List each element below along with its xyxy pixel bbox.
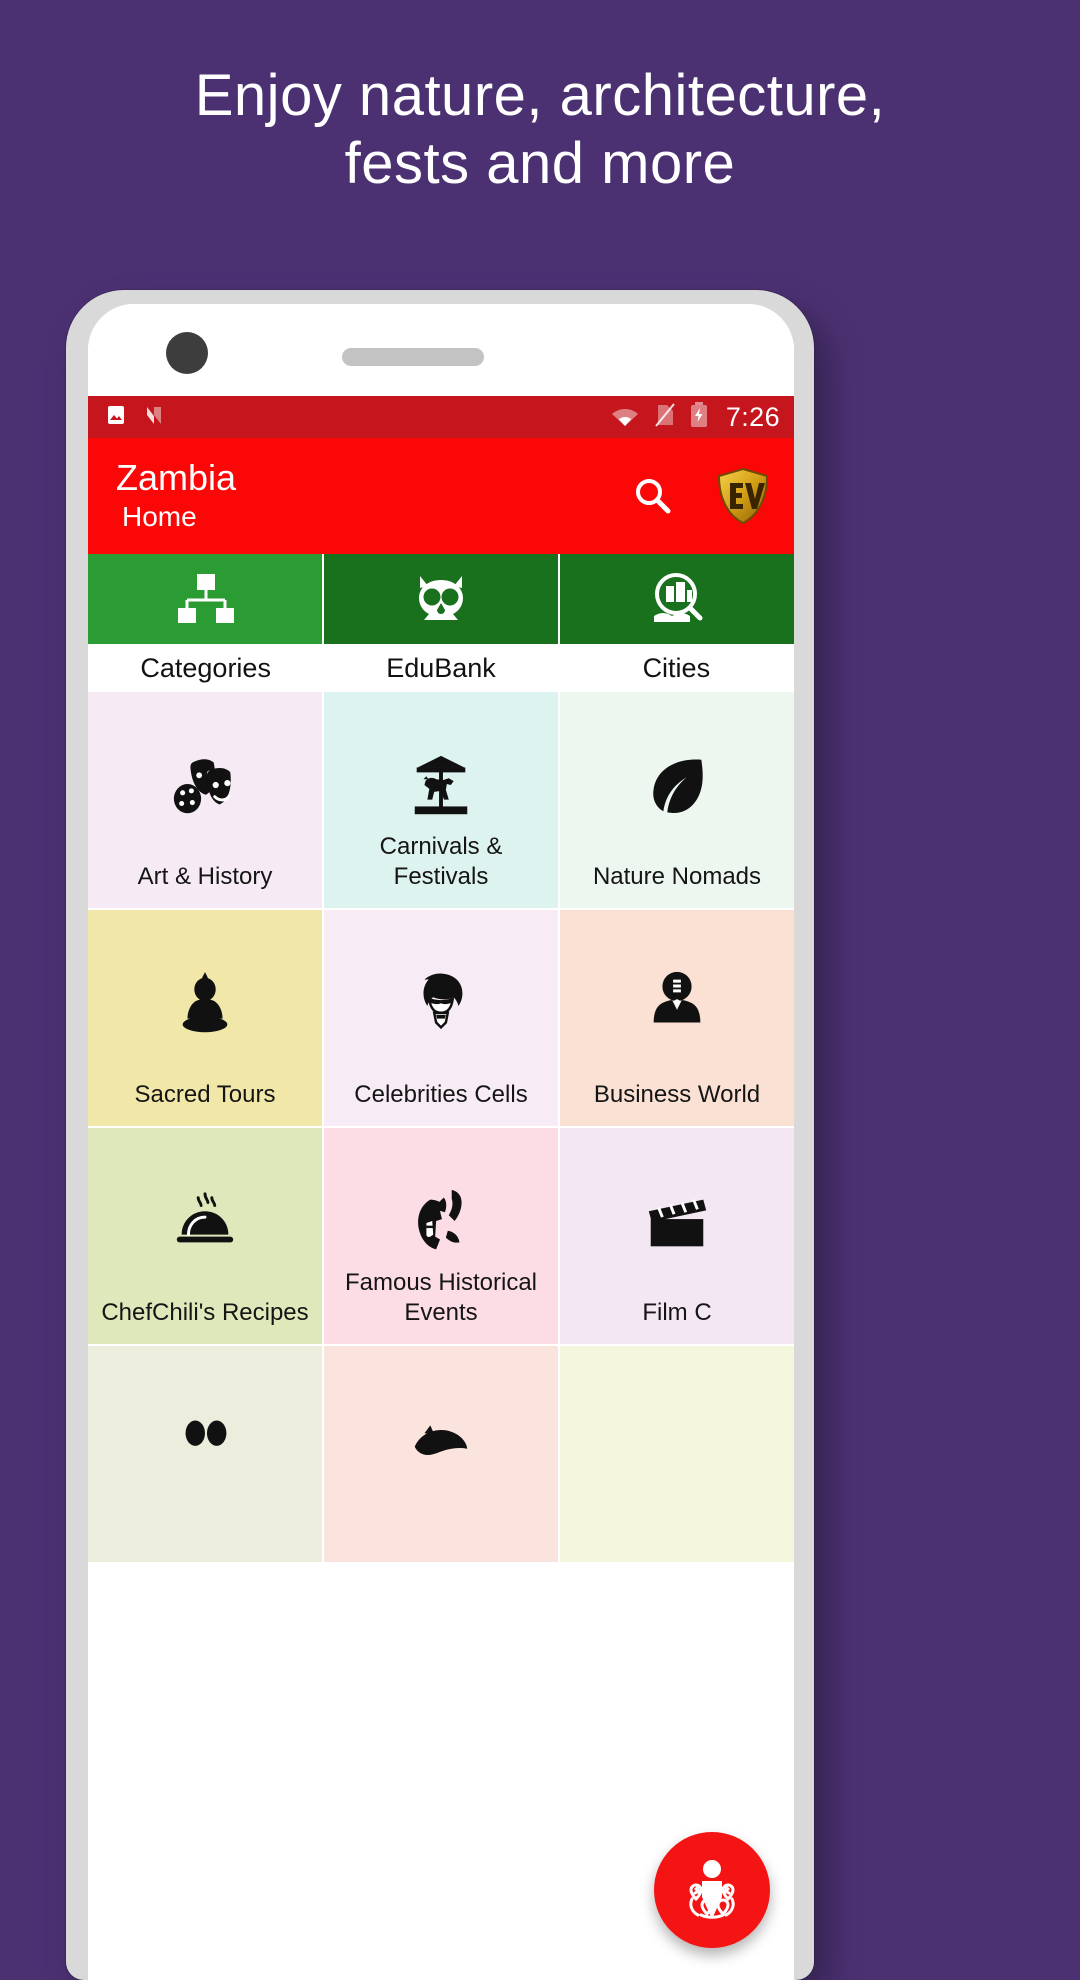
page-title: Zambia [116, 457, 237, 498]
battery-charging-icon [690, 401, 708, 433]
tab-label-categories[interactable]: Categories [88, 644, 323, 692]
ev-shield-logo[interactable] [716, 467, 770, 525]
leaf-icon [641, 750, 713, 822]
businessman-icon [641, 968, 713, 1040]
image-icon [104, 403, 128, 432]
tab-cities[interactable] [560, 554, 794, 644]
celebrity-face-icon [405, 968, 477, 1040]
food-cloche-icon [169, 1186, 241, 1258]
tab-label-edubank[interactable]: EduBank [323, 644, 558, 692]
people-icon [169, 1404, 241, 1476]
status-bar-system-icons: 7:26 [610, 401, 780, 433]
promo-headline-line-1: Enjoy nature, architecture, [194, 63, 886, 128]
carousel-icon [405, 750, 477, 822]
status-bar-clock: 7:26 [725, 401, 780, 432]
category-tile-label: ChefChili's Recipes [101, 1299, 309, 1326]
phone-top-bar [88, 304, 794, 396]
buddha-icon [169, 968, 241, 1040]
clapperboard-icon [641, 1186, 713, 1258]
category-tile-label: Film C [642, 1299, 712, 1326]
blank-icon [641, 1404, 713, 1476]
status-bar: 7:26 [88, 396, 794, 438]
nova-launcher-icon [142, 403, 166, 432]
category-tile-label: Art & History [137, 863, 273, 890]
category-tile-label: Carnivals & Festivals [379, 833, 503, 890]
category-tile-label: Celebrities Cells [354, 1081, 528, 1108]
tab-label-row: Categories EduBank Cities [88, 644, 794, 692]
search-icon[interactable] [630, 473, 676, 519]
category-grid: Art & History Carnivals & Festivals Nature… [88, 692, 794, 1562]
category-tile[interactable]: Business World [560, 910, 794, 1126]
promo-headline-line-2: fests and more [344, 131, 736, 196]
category-tile[interactable]: Art & History [88, 692, 322, 908]
category-tile[interactable]: Sacred Tours [88, 910, 322, 1126]
city-search-icon [646, 570, 708, 628]
tour-guide-fab[interactable] [654, 1832, 770, 1948]
hierarchy-icon [174, 570, 236, 628]
category-tile[interactable] [560, 1346, 794, 1562]
animal-icon [405, 1404, 477, 1476]
category-tile-label: Sacred Tours [134, 1081, 276, 1108]
tour-guide-icon [675, 1853, 749, 1927]
category-tile-label: Nature Nomads [592, 863, 762, 890]
phone-screen: 7:26 Zambia Home Categories EduBank Citi… [88, 396, 794, 1980]
category-tile[interactable]: Famous Historical Events [324, 1128, 558, 1344]
page-subtitle: Home [122, 501, 197, 532]
category-tile[interactable] [324, 1346, 558, 1562]
tab-categories[interactable] [88, 554, 324, 644]
app-bar-actions [630, 467, 770, 525]
promo-headline: Enjoy nature, architecture, fests and mo… [0, 0, 1080, 198]
category-tile[interactable]: Film C [560, 1128, 794, 1344]
tab-label-cities[interactable]: Cities [559, 644, 794, 692]
owl-icon [410, 570, 472, 628]
no-sim-icon [654, 402, 676, 433]
category-tile[interactable]: Nature Nomads [560, 692, 794, 908]
app-bar: Zambia Home [88, 438, 794, 554]
front-camera-icon [166, 332, 208, 374]
wifi-icon [610, 403, 640, 432]
status-bar-notifications [104, 403, 166, 432]
category-tile-label: Famous Historical Events [344, 1269, 538, 1326]
category-tile-label: Business World [593, 1081, 761, 1108]
category-tile[interactable]: ChefChili's Recipes [88, 1128, 322, 1344]
tab-edubank[interactable] [324, 554, 560, 644]
theater-masks-icon [169, 750, 241, 822]
category-tile[interactable]: Carnivals & Festivals [324, 692, 558, 908]
category-tile[interactable]: Celebrities Cells [324, 910, 558, 1126]
app-bar-title-group: Zambia Home [116, 457, 236, 535]
tab-bar [88, 554, 794, 644]
earpiece-speaker [342, 348, 484, 366]
phone-bezel: 7:26 Zambia Home Categories EduBank Citi… [88, 304, 794, 1980]
category-tile[interactable] [88, 1346, 322, 1562]
spartan-helmet-icon [405, 1186, 477, 1258]
phone-mockup: 7:26 Zambia Home Categories EduBank Citi… [66, 290, 814, 1980]
